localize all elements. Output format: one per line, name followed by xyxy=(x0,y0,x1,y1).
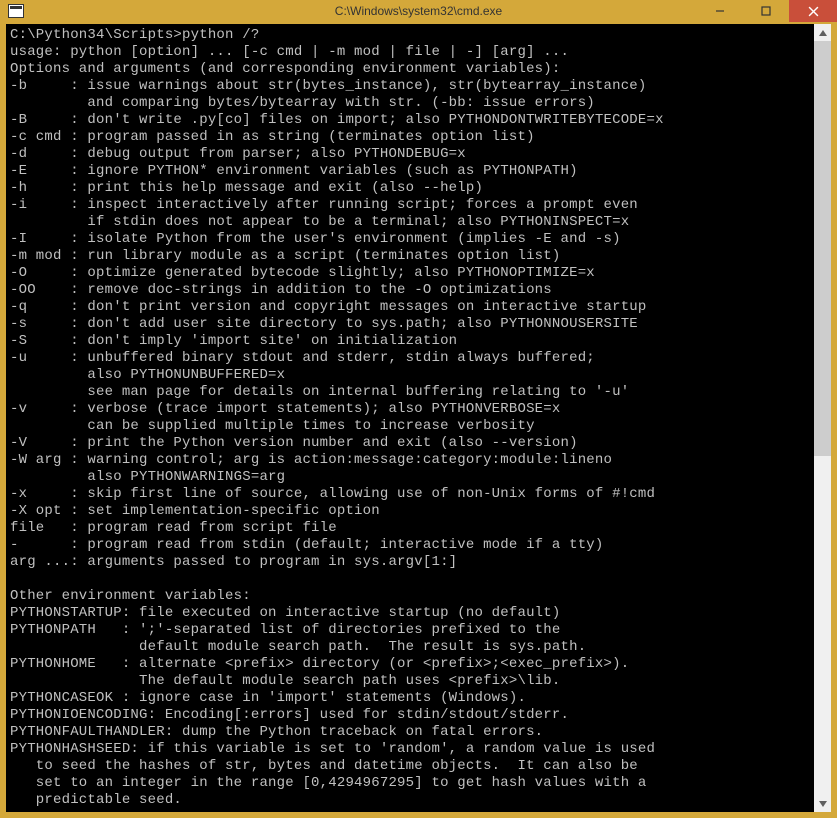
minimize-button[interactable] xyxy=(697,0,743,22)
vertical-scrollbar[interactable] xyxy=(814,24,831,812)
titlebar[interactable]: C:\Windows\system32\cmd.exe xyxy=(0,0,837,22)
content-area: C:\Python34\Scripts>python /? usage: pyt… xyxy=(0,22,837,818)
scrollbar-thumb[interactable] xyxy=(814,41,831,456)
scrollbar-track[interactable] xyxy=(814,41,831,795)
cmd-window: C:\Windows\system32\cmd.exe C:\Python34\… xyxy=(0,0,837,811)
maximize-button[interactable] xyxy=(743,0,789,22)
window-controls xyxy=(697,0,837,22)
scroll-up-button[interactable] xyxy=(814,24,831,41)
terminal-output[interactable]: C:\Python34\Scripts>python /? usage: pyt… xyxy=(6,24,814,812)
close-button[interactable] xyxy=(789,0,837,22)
cmd-icon xyxy=(8,4,24,18)
scroll-down-button[interactable] xyxy=(814,795,831,812)
